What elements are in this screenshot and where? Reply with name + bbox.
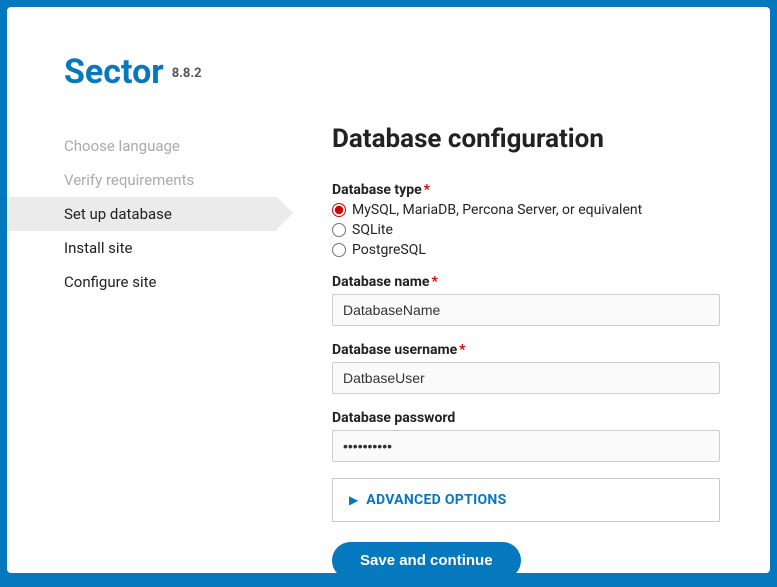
db-user-group: Database username* bbox=[332, 342, 720, 394]
sidebar-item-verify-requirements: Verify requirements bbox=[7, 163, 277, 197]
installer-window: Sector 8.8.2 Choose language Verify requ… bbox=[7, 7, 770, 573]
db-name-label: Database name* bbox=[332, 274, 720, 290]
db-type-label: Database type* bbox=[332, 182, 720, 198]
db-pass-label: Database password bbox=[332, 410, 720, 426]
sidebar-item-label: Choose language bbox=[64, 137, 180, 155]
progress-sidebar: Choose language Verify requirements Set … bbox=[7, 124, 277, 579]
db-type-option-postgresql[interactable]: PostgreSQL bbox=[332, 242, 720, 258]
sidebar-item-configure-site: Configure site bbox=[7, 265, 277, 299]
sidebar-item-set-up-database: Set up database bbox=[7, 197, 277, 231]
db-type-radio-mysql[interactable] bbox=[332, 203, 346, 217]
db-name-input[interactable] bbox=[332, 294, 720, 326]
required-star-icon: * bbox=[431, 274, 437, 290]
db-type-group: Database type* MySQL, MariaDB, Percona S… bbox=[332, 182, 720, 258]
chevron-right-icon: ▶ bbox=[349, 493, 358, 507]
db-type-option-label: SQLite bbox=[352, 222, 393, 238]
db-type-option-label: MySQL, MariaDB, Percona Server, or equiv… bbox=[352, 202, 642, 218]
db-pass-input[interactable] bbox=[332, 430, 720, 462]
brand-title: Sector bbox=[64, 52, 164, 92]
db-pass-group: Database password bbox=[332, 410, 720, 462]
brand-version: 8.8.2 bbox=[172, 66, 202, 81]
page-title: Database configuration bbox=[332, 124, 720, 154]
sidebar-item-label: Install site bbox=[64, 239, 132, 257]
sidebar-item-label: Configure site bbox=[64, 273, 156, 291]
db-type-option-sqlite[interactable]: SQLite bbox=[332, 222, 720, 238]
db-type-option-mysql[interactable]: MySQL, MariaDB, Percona Server, or equiv… bbox=[332, 202, 720, 218]
required-star-icon: * bbox=[459, 342, 465, 358]
required-star-icon: * bbox=[424, 182, 430, 198]
advanced-options-toggle[interactable]: ▶ ADVANCED OPTIONS bbox=[332, 478, 720, 522]
db-type-radio-sqlite[interactable] bbox=[332, 223, 346, 237]
save-continue-button[interactable]: Save and continue bbox=[332, 542, 521, 579]
sidebar-item-label: Set up database bbox=[64, 205, 172, 223]
sidebar-item-choose-language: Choose language bbox=[7, 129, 277, 163]
db-type-option-label: PostgreSQL bbox=[352, 242, 426, 258]
db-name-group: Database name* bbox=[332, 274, 720, 326]
sidebar-item-install-site: Install site bbox=[7, 231, 277, 265]
advanced-options-label: ADVANCED OPTIONS bbox=[366, 492, 506, 508]
brand-header: Sector 8.8.2 bbox=[7, 52, 720, 92]
db-user-label: Database username* bbox=[332, 342, 720, 358]
db-user-input[interactable] bbox=[332, 362, 720, 394]
sidebar-item-label: Verify requirements bbox=[64, 171, 194, 189]
db-type-radio-postgresql[interactable] bbox=[332, 243, 346, 257]
main-content: Database configuration Database type* My… bbox=[277, 124, 720, 579]
